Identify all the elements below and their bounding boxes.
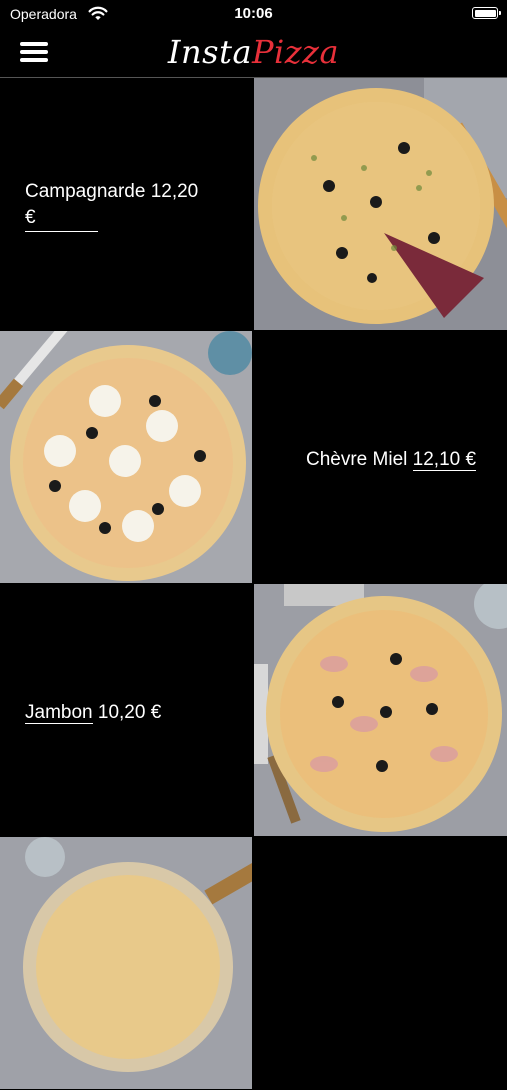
product-currency: € (465, 449, 477, 470)
product-row: Campagnarde 12,20 € (0, 78, 507, 331)
product-row (0, 837, 507, 1090)
product-label: Campagnarde 12,20 € (25, 179, 235, 232)
logo-pizza: Pizza (252, 33, 340, 71)
product-photo-chevre-miel[interactable] (0, 331, 252, 583)
product-name: Jambon (25, 702, 93, 724)
pizza-image (0, 837, 252, 1089)
product-tile-next[interactable] (254, 837, 507, 1089)
product-label: Chèvre Miel 12,10 € (306, 447, 506, 473)
pizza-image (254, 584, 507, 836)
product-price-line: 12,10 € (412, 449, 477, 471)
product-photo-next[interactable] (0, 837, 252, 1089)
product-tile-chevre-miel[interactable]: Chèvre Miel 12,10 € (254, 331, 507, 583)
pizza-image (0, 331, 252, 583)
product-price: 10,20 (97, 702, 146, 723)
product-tile-jambon[interactable]: Jambon 10,20 € (0, 584, 252, 836)
product-row: Jambon 10,20 € (0, 584, 507, 837)
nav-bar: InstaPizza (0, 28, 507, 78)
product-currency: € (150, 702, 162, 723)
logo-insta: Insta (167, 33, 253, 71)
product-grid: Campagnarde 12,20 € Chèvre Miel 12,10 € … (0, 78, 507, 1090)
product-row: Chèvre Miel 12,10 € (0, 331, 507, 584)
product-photo-campagnarde[interactable] (254, 78, 507, 330)
product-name: Chèvre Miel (306, 449, 408, 470)
product-price: 12,20 (150, 181, 199, 202)
app-logo: InstaPizza (0, 32, 507, 72)
product-tile-campagnarde[interactable]: Campagnarde 12,20 € (0, 78, 252, 330)
product-photo-jambon[interactable] (254, 584, 507, 836)
product-price: 12,10 (412, 449, 461, 470)
status-bar: Operadora 10:06 (0, 0, 507, 28)
product-currency: € (25, 205, 98, 232)
pizza-image (254, 78, 507, 330)
product-label: Jambon 10,20 € (25, 700, 245, 726)
battery-icon (472, 7, 501, 19)
product-name: Campagnarde (25, 181, 146, 202)
clock: 10:06 (234, 5, 273, 22)
